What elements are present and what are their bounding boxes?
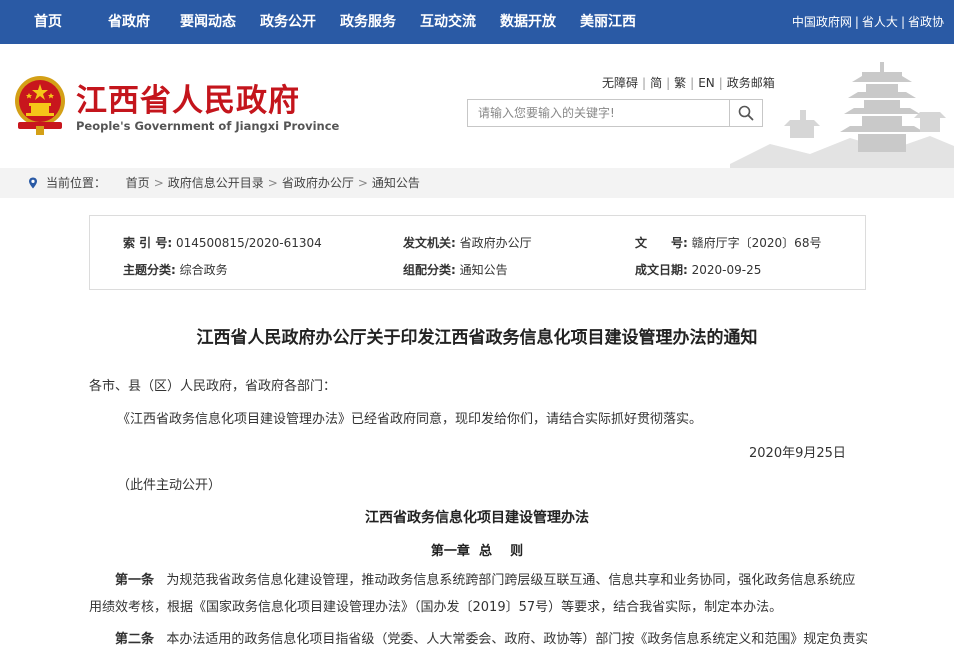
breadcrumb-item-notices[interactable]: 通知公告: [372, 176, 420, 190]
site-title[interactable]: 江西省人民政府: [76, 75, 300, 120]
separator: |: [718, 76, 723, 90]
meta-topic-label: 主题分类:: [123, 263, 176, 277]
nav-item-provincial-government[interactable]: 省政府: [108, 0, 150, 44]
meta-index-no-label: 索 引 号:: [123, 236, 173, 250]
breadcrumb-item-general-office[interactable]: 省政府办公厅: [282, 176, 354, 190]
document-body: 《江西省政务信息化项目建设管理办法》已经省政府同意，现印发给你们，请结合实际抓好…: [117, 412, 703, 427]
nav-item-open-data[interactable]: 数据开放: [500, 0, 556, 44]
meta-date-value: 2020-09-25: [691, 263, 762, 277]
measures-title: 江西省政务信息化项目建设管理办法: [365, 510, 589, 526]
article-2-text: 本办法适用的政务信息化项目指省级（党委、人大常委会、政府、政协等）部门按《政务信…: [166, 632, 867, 647]
meta-date: 成文日期: 2020-09-25: [635, 261, 761, 278]
accessibility-link[interactable]: 无障碍: [602, 76, 638, 90]
external-link-china-gov[interactable]: 中国政府网: [792, 15, 852, 29]
nav-item-interaction[interactable]: 互动交流: [420, 0, 476, 44]
main-content: 索 引 号: 014500815/2020-61304 发文机关: 省政府办公厅…: [0, 198, 954, 650]
nav-item-government-affairs[interactable]: 政务公开: [260, 0, 316, 44]
meta-issuer-value: 省政府办公厅: [459, 236, 532, 250]
separator: |: [690, 76, 695, 90]
separator: |: [854, 15, 859, 29]
separator: |: [900, 15, 905, 29]
external-link-provincial-congress[interactable]: 省人大: [862, 15, 898, 29]
meta-topic: 主题分类: 综合政务: [123, 261, 228, 278]
chevron-right-icon: >: [153, 176, 164, 190]
simplified-chinese-link[interactable]: 简: [650, 76, 662, 90]
breadcrumb: 当前位置： 首页 > 政府信息公开目录 > 省政府办公厅 > 通知公告: [0, 168, 954, 198]
meta-index-no: 索 引 号: 014500815/2020-61304: [123, 234, 322, 251]
site-subtitle: People's Government of Jiangxi Province: [76, 119, 340, 133]
meta-date-label: 成文日期:: [635, 263, 688, 277]
meta-index-no-value: 014500815/2020-61304: [175, 236, 322, 250]
separator: |: [666, 76, 671, 90]
top-navigation-bar: 首页 省政府 要闻动态 政务公开 政务服务 互动交流 数据开放 美丽江西 中国政…: [0, 0, 954, 44]
external-links: 中国政府网 | 省人大 | 省政协: [792, 0, 944, 44]
breadcrumb-label: 当前位置：: [46, 176, 107, 190]
meta-doc-no-label: 文 号:: [635, 236, 688, 250]
breadcrumb-item-info-disclosure[interactable]: 政府信息公开目录: [168, 176, 264, 190]
meta-topic-value: 综合政务: [179, 263, 228, 277]
search-box: [467, 99, 763, 127]
meta-doc-no-value: 赣府厅字〔2020〕68号: [691, 236, 822, 250]
article-2-number: 第二条: [115, 632, 155, 647]
document-title: 江西省人民政府办公厅关于印发江西省政务信息化项目建设管理办法的通知: [196, 328, 758, 348]
meta-category-label: 组配分类:: [403, 263, 456, 277]
pagoda-illustration: [730, 62, 954, 168]
meta-issuer-label: 发文机关:: [403, 236, 456, 250]
meta-doc-no: 文 号: 赣府厅字〔2020〕68号: [635, 234, 821, 251]
meta-category: 组配分类: 通知公告: [403, 261, 508, 278]
national-emblem-icon: [15, 76, 65, 135]
nav-item-home[interactable]: 首页: [34, 0, 62, 44]
search-input[interactable]: [468, 100, 730, 126]
location-pin-icon: [29, 177, 37, 189]
article-1-text: 为规范我省政务信息化建设管理，推动政务信息系统跨部门跨层级互联互通、信息共享和业…: [89, 573, 856, 615]
chapter-heading: 第一章 总 则: [430, 544, 524, 559]
article-2: 第二条 本办法适用的政务信息化项目指省级（党委、人大常委会、政府、政协等）部门按…: [89, 626, 867, 650]
document-signed-date: 2020年9月25日: [749, 446, 846, 461]
document-metadata: 索 引 号: 014500815/2020-61304 发文机关: 省政府办公厅…: [89, 215, 866, 290]
article-1-number: 第一条: [115, 573, 155, 588]
nav-item-beautiful-jiangxi[interactable]: 美丽江西: [580, 0, 636, 44]
document-disclosure: （此件主动公开）: [117, 478, 222, 493]
chevron-right-icon: >: [357, 176, 368, 190]
nav-item-government-services[interactable]: 政务服务: [340, 0, 396, 44]
chevron-right-icon: >: [267, 176, 278, 190]
site-header: 江西省人民政府 People's Government of Jiangxi P…: [0, 44, 954, 168]
meta-category-value: 通知公告: [459, 263, 508, 277]
separator: |: [642, 76, 647, 90]
english-link[interactable]: EN: [698, 76, 715, 90]
external-link-provincial-cppcc[interactable]: 省政协: [908, 15, 944, 29]
traditional-chinese-link[interactable]: 繁: [674, 76, 686, 90]
article-1: 第一条 为规范我省政务信息化建设管理，推动政务信息系统跨部门跨层级互联互通、信息…: [89, 567, 867, 621]
meta-issuer: 发文机关: 省政府办公厅: [403, 234, 532, 251]
nav-item-news[interactable]: 要闻动态: [180, 0, 236, 44]
breadcrumb-trail: 当前位置： 首页 > 政府信息公开目录 > 省政府办公厅 > 通知公告: [46, 168, 420, 198]
document-recipients: 各市、县（区）人民政府，省政府各部门：: [89, 379, 337, 394]
breadcrumb-item-home[interactable]: 首页: [126, 176, 150, 190]
